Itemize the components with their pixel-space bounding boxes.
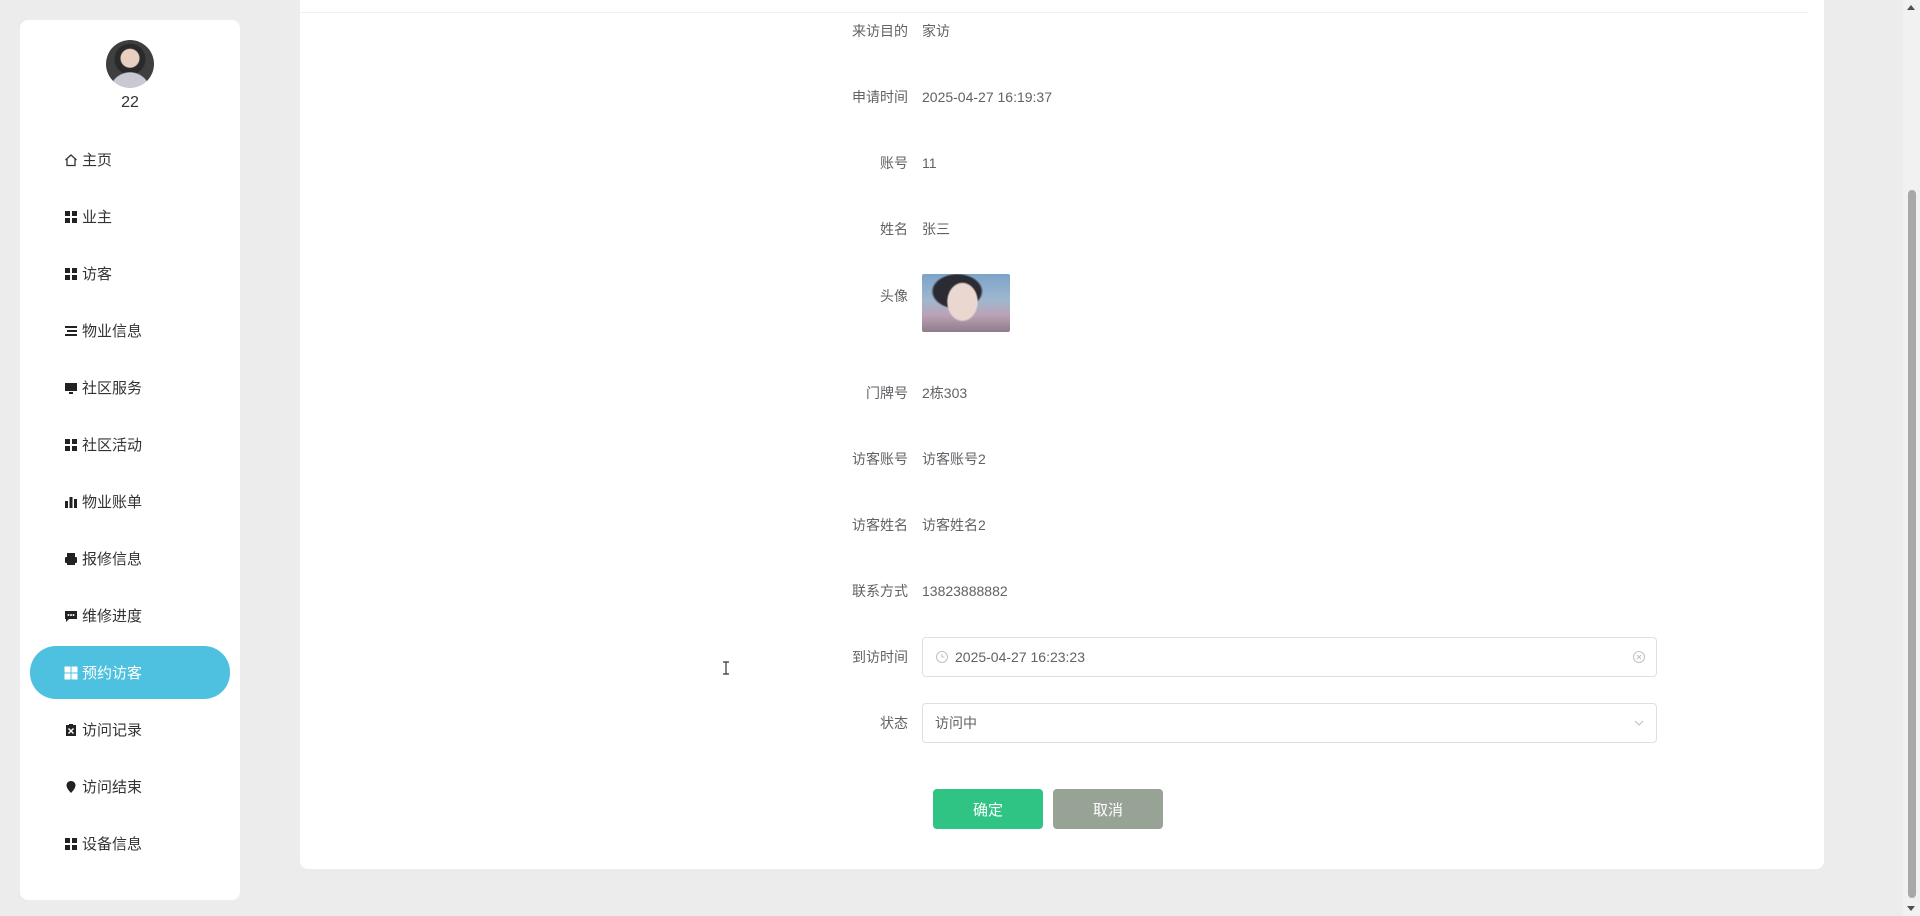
scroll-down-arrow-icon[interactable] bbox=[1907, 906, 1915, 911]
form-row-purpose: 来访目的 家访 bbox=[800, 11, 950, 51]
sidebar-item-repair-info[interactable]: 报修信息 bbox=[30, 532, 230, 585]
monitor-icon bbox=[64, 381, 78, 395]
form-row-status: 状态 访问中 bbox=[800, 703, 1657, 743]
clock-icon bbox=[935, 650, 949, 664]
account-value: 11 bbox=[922, 155, 937, 171]
grid-icon bbox=[64, 837, 78, 851]
field-label: 申请时间 bbox=[852, 89, 908, 105]
sidebar-item-community-activity[interactable]: 社区活动 bbox=[30, 418, 230, 471]
divider bbox=[300, 12, 1808, 13]
sidebar-item-visit-record[interactable]: 访问记录 bbox=[30, 703, 230, 756]
form-row-visit-time: 到访时间 2025-04-27 16:23:23 bbox=[800, 637, 1657, 677]
sidebar-nav: 主页 业主 访客 物业信息 社区服务 社区活动 物业账单 报修信息 维修进度 预… bbox=[30, 133, 230, 874]
visit-time-picker[interactable]: 2025-04-27 16:23:23 bbox=[922, 637, 1657, 677]
sidebar-item-label: 维修进度 bbox=[82, 608, 143, 625]
sidebar-item-device-info[interactable]: 设备信息 bbox=[30, 817, 230, 870]
sidebar-item-label: 访问结束 bbox=[82, 779, 143, 796]
field-label: 门牌号 bbox=[866, 385, 908, 401]
purpose-value: 家访 bbox=[922, 23, 950, 39]
sidebar-item-label: 物业账单 bbox=[82, 494, 143, 511]
field-label: 账号 bbox=[880, 155, 908, 171]
list-icon bbox=[64, 324, 78, 338]
field-label: 到访时间 bbox=[852, 649, 908, 665]
sidebar-item-property-info[interactable]: 物业信息 bbox=[30, 304, 230, 357]
form-row-contact: 联系方式 13823888882 bbox=[800, 571, 1008, 611]
grid-icon bbox=[64, 438, 78, 452]
cancel-button[interactable]: 取消 bbox=[1053, 789, 1163, 829]
avatar-image[interactable] bbox=[922, 274, 1010, 332]
confirm-button[interactable]: 确定 bbox=[933, 789, 1043, 829]
home-icon bbox=[64, 153, 78, 167]
sidebar-item-visit-end[interactable]: 访问结束 bbox=[30, 760, 230, 813]
visit-time-value: 2025-04-27 16:23:23 bbox=[955, 649, 1085, 665]
field-label: 姓名 bbox=[880, 221, 908, 237]
chevron-down-icon bbox=[1632, 716, 1646, 730]
location-icon bbox=[64, 780, 78, 794]
sidebar-item-label: 报修信息 bbox=[82, 551, 143, 568]
sidebar-item-visitor[interactable]: 访客 bbox=[30, 247, 230, 300]
sidebar-item-owner[interactable]: 业主 bbox=[30, 190, 230, 243]
sidebar-item-label: 社区活动 bbox=[82, 437, 143, 454]
sidebar-item-repair-progress[interactable]: 维修进度 bbox=[30, 589, 230, 642]
avatar[interactable] bbox=[106, 40, 154, 88]
sidebar-item-label: 社区服务 bbox=[82, 380, 143, 397]
form-row-apply-time: 申请时间 2025-04-27 16:19:37 bbox=[800, 77, 1052, 117]
sidebar-item-community-service[interactable]: 社区服务 bbox=[30, 361, 230, 414]
clear-icon[interactable] bbox=[1632, 650, 1646, 664]
contact-value: 13823888882 bbox=[922, 583, 1008, 599]
form-row-visitor-name: 访客姓名 访客姓名2 bbox=[800, 505, 986, 545]
sidebar-item-home[interactable]: 主页 bbox=[30, 133, 230, 186]
printer-icon bbox=[64, 552, 78, 566]
form-row-name: 姓名 张三 bbox=[800, 209, 950, 249]
chat-icon bbox=[64, 609, 78, 623]
sidebar-item-label: 主页 bbox=[82, 152, 113, 169]
field-label: 状态 bbox=[880, 715, 908, 731]
door-no-value: 2栋303 bbox=[922, 385, 968, 401]
status-value: 访问中 bbox=[935, 715, 977, 731]
field-label: 头像 bbox=[880, 288, 908, 304]
field-label: 访客账号 bbox=[852, 451, 908, 467]
field-label: 来访目的 bbox=[852, 23, 908, 39]
sidebar-item-label: 访问记录 bbox=[82, 722, 143, 739]
clipboard-x-icon bbox=[64, 723, 78, 737]
page-scrollbar[interactable] bbox=[1903, 0, 1920, 916]
sidebar-item-property-bill[interactable]: 物业账单 bbox=[30, 475, 230, 528]
grid-icon bbox=[64, 210, 78, 224]
visitor-name-value: 访客姓名2 bbox=[922, 517, 986, 533]
field-label: 访客姓名 bbox=[852, 517, 908, 533]
text-cursor-icon bbox=[722, 661, 730, 675]
apply-time-value: 2025-04-27 16:19:37 bbox=[922, 89, 1052, 105]
username: 22 bbox=[121, 94, 139, 111]
field-label: 联系方式 bbox=[852, 583, 908, 599]
status-select[interactable]: 访问中 bbox=[922, 703, 1657, 743]
visitor-account-value: 访客账号2 bbox=[922, 451, 986, 467]
sidebar-item-label: 物业信息 bbox=[82, 323, 143, 340]
grid-icon bbox=[64, 666, 78, 680]
name-value: 张三 bbox=[922, 221, 950, 237]
sidebar-item-label: 业主 bbox=[82, 209, 113, 226]
sidebar-item-label: 预约访客 bbox=[82, 665, 143, 682]
sidebar-item-label: 访客 bbox=[82, 266, 113, 283]
form-row-door-no: 门牌号 2栋303 bbox=[800, 373, 967, 413]
grid-icon bbox=[64, 267, 78, 281]
form-row-avatar: 头像 bbox=[800, 274, 1010, 334]
sidebar-item-label: 设备信息 bbox=[82, 836, 143, 853]
form-row-account: 账号 11 bbox=[800, 143, 937, 183]
form-row-visitor-account: 访客账号 访客账号2 bbox=[800, 439, 986, 479]
bar-chart-icon bbox=[64, 495, 78, 509]
scroll-thumb[interactable] bbox=[1908, 190, 1916, 898]
scroll-up-arrow-icon[interactable] bbox=[1907, 5, 1915, 10]
sidebar-item-visitor-appointment[interactable]: 预约访客 bbox=[30, 646, 230, 699]
sidebar: 22 主页 业主 访客 物业信息 社区服务 社区活动 物业账单 报修信息 维修进… bbox=[20, 20, 240, 900]
main-panel: 来访目的 家访 申请时间 2025-04-27 16:19:37 账号 11 姓… bbox=[300, 0, 1824, 869]
